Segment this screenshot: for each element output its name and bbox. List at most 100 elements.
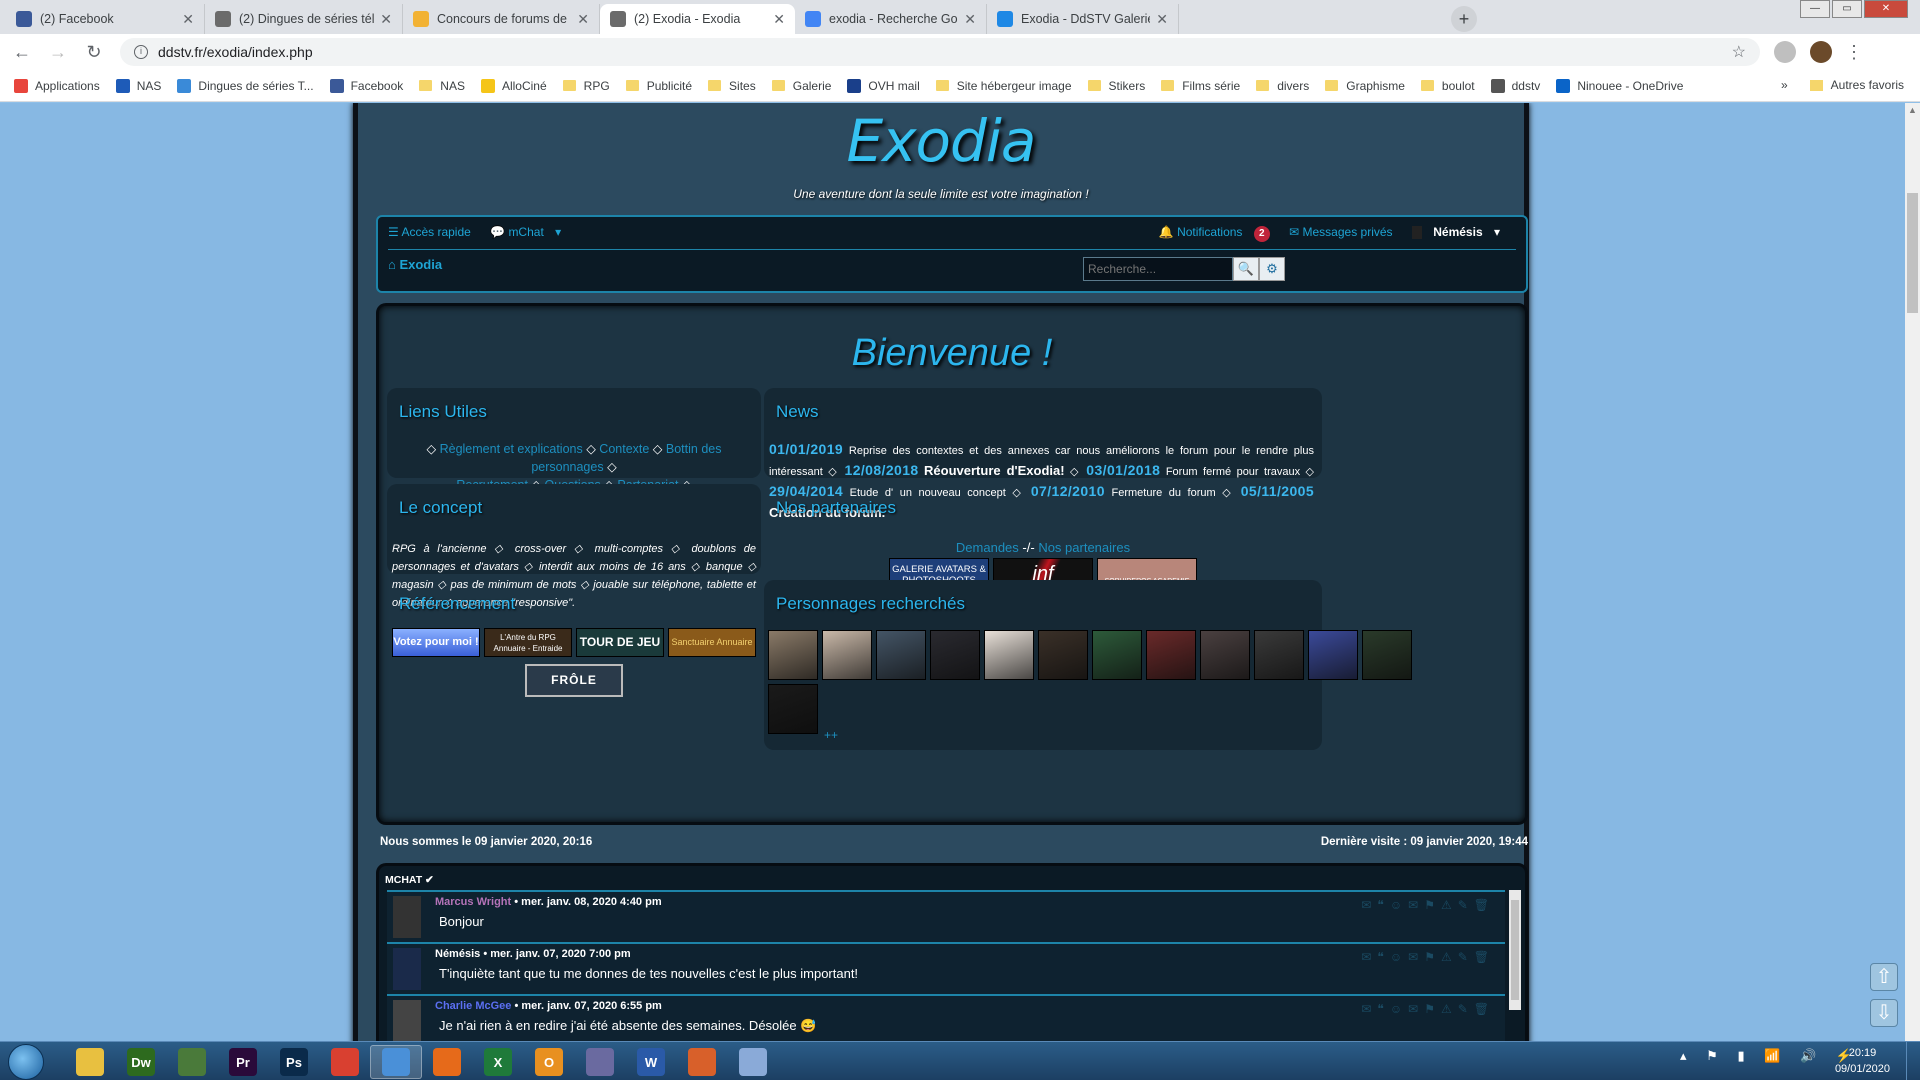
tab-close-icon[interactable]: ✕ bbox=[182, 11, 194, 28]
wanted-avatar[interactable] bbox=[1146, 630, 1196, 680]
bookmarks-overflow-button[interactable]: » bbox=[1781, 78, 1788, 92]
taskbar-app-0[interactable] bbox=[64, 1045, 116, 1079]
link-reglement[interactable]: Règlement et explications bbox=[440, 442, 583, 456]
message-actions[interactable]: ✉❝☺✉⚑⚠✎🗑 bbox=[1361, 1002, 1495, 1016]
bookmark-7[interactable]: Publicité bbox=[625, 79, 692, 93]
bookmark-12[interactable]: Stikers bbox=[1087, 79, 1145, 93]
link-contexte[interactable]: Contexte bbox=[599, 442, 649, 456]
page-scroll-thumb[interactable] bbox=[1907, 193, 1918, 313]
tab-close-icon[interactable]: ✕ bbox=[964, 11, 976, 28]
user-menu[interactable]: Némésis ▾ bbox=[1411, 225, 1508, 240]
wanted-avatar[interactable] bbox=[822, 630, 872, 680]
ref-banner-sanctuaire[interactable]: Sanctuaire Annuaire bbox=[668, 628, 756, 657]
taskbar-app-11[interactable]: W bbox=[625, 1045, 677, 1079]
message-actions[interactable]: ✉❝☺✉⚑⚠✎🗑 bbox=[1361, 898, 1495, 912]
wanted-avatar[interactable] bbox=[1200, 630, 1250, 680]
scroll-up-arrow[interactable]: ▲ bbox=[1905, 105, 1920, 115]
wanted-avatar[interactable] bbox=[1254, 630, 1304, 680]
ref-banner-vote[interactable]: Votez pour moi ! bbox=[392, 628, 480, 657]
taskbar-app-3[interactable]: Pr bbox=[217, 1045, 269, 1079]
bookmark-5[interactable]: AlloCiné bbox=[480, 78, 547, 93]
bookmark-13[interactable]: Films série bbox=[1161, 79, 1240, 93]
bookmark-16[interactable]: boulot bbox=[1420, 79, 1475, 93]
start-button[interactable] bbox=[8, 1044, 44, 1080]
avatar[interactable] bbox=[393, 1000, 421, 1041]
tab-close-icon[interactable]: ✕ bbox=[577, 11, 589, 28]
minimize-button[interactable]: — bbox=[1800, 0, 1830, 18]
menu-icon[interactable]: ⋮ bbox=[1840, 42, 1868, 63]
search-button[interactable]: 🔍 bbox=[1233, 257, 1259, 281]
ref-banner-tour-de-jeu[interactable]: TOUR DE JEU bbox=[576, 628, 664, 657]
breadcrumb[interactable]: ⌂ Exodia bbox=[388, 257, 442, 272]
url-field[interactable]: i ddstv.fr/exodia/index.php ☆ bbox=[120, 38, 1760, 66]
message-actions[interactable]: ✉❝☺✉⚑⚠✎🗑 bbox=[1361, 950, 1495, 964]
tab-0[interactable]: (2) Facebook ✕ bbox=[6, 4, 205, 34]
wanted-avatar[interactable] bbox=[1308, 630, 1358, 680]
bookmark-4[interactable]: NAS bbox=[419, 79, 465, 93]
new-tab-button[interactable]: + bbox=[1451, 6, 1477, 32]
taskbar-app-10[interactable] bbox=[574, 1045, 626, 1079]
message-author[interactable]: Charlie McGee bbox=[435, 1000, 511, 1012]
scroll-bottom-button[interactable]: ⇩ bbox=[1870, 999, 1898, 1027]
taskbar-app-9[interactable]: O bbox=[523, 1045, 575, 1079]
wanted-avatar[interactable] bbox=[1038, 630, 1088, 680]
taskbar-app-8[interactable]: X bbox=[472, 1045, 524, 1079]
partners-list-link[interactable]: Nos partenaires bbox=[1038, 540, 1130, 555]
forward-icon[interactable]: → bbox=[44, 42, 72, 63]
message-author[interactable]: Marcus Wright bbox=[435, 896, 511, 908]
back-icon[interactable]: ← bbox=[8, 42, 36, 63]
bookmark-11[interactable]: Site hébergeur image bbox=[935, 79, 1072, 93]
profile-avatar[interactable] bbox=[1810, 41, 1832, 63]
taskbar-app-6[interactable] bbox=[370, 1045, 422, 1079]
bookmark-3[interactable]: Facebook bbox=[329, 78, 403, 93]
taskbar-app-5[interactable] bbox=[319, 1045, 371, 1079]
bookmark-17[interactable]: ddstv bbox=[1490, 78, 1540, 93]
tab-close-icon[interactable]: ✕ bbox=[380, 11, 392, 28]
notifications-link[interactable]: 🔔 Notifications 2 bbox=[1159, 225, 1278, 242]
site-info-icon[interactable]: i bbox=[134, 45, 148, 59]
maximize-button[interactable]: ▭ bbox=[1832, 0, 1862, 18]
bookmark-0[interactable]: Applications bbox=[14, 78, 100, 93]
tab-5[interactable]: Exodia - DdSTV Galerie ✕ bbox=[987, 4, 1179, 34]
wanted-avatar[interactable] bbox=[768, 684, 818, 734]
tab-2[interactable]: Concours de forums de l'année 2 ✕ bbox=[403, 4, 600, 34]
advanced-search-button[interactable]: ⚙ bbox=[1259, 257, 1285, 281]
taskbar-app-12[interactable] bbox=[676, 1045, 728, 1079]
mchat-scroll-thumb[interactable] bbox=[1511, 900, 1519, 1000]
tab-close-icon[interactable]: ✕ bbox=[773, 11, 785, 28]
bookmark-8[interactable]: Sites bbox=[708, 79, 756, 93]
wanted-avatar[interactable] bbox=[1362, 630, 1412, 680]
tab-close-icon[interactable]: ✕ bbox=[1156, 11, 1168, 28]
mchat-scrollbar[interactable] bbox=[1509, 890, 1521, 1010]
private-messages-link[interactable]: ✉ Messages privés bbox=[1289, 225, 1400, 239]
bookmark-1[interactable]: NAS bbox=[115, 78, 161, 93]
bookmark-6[interactable]: RPG bbox=[562, 79, 610, 93]
tab-1[interactable]: (2) Dingues de séries télé ! - Ding ✕ bbox=[205, 4, 403, 34]
wanted-avatar[interactable] bbox=[930, 630, 980, 680]
wanted-avatar[interactable] bbox=[876, 630, 926, 680]
wanted-avatar[interactable] bbox=[1092, 630, 1142, 680]
page-scrollbar[interactable]: ▲ bbox=[1905, 103, 1920, 1041]
partners-requests-link[interactable]: Demandes bbox=[956, 540, 1019, 555]
forum-logo[interactable]: Exodia bbox=[358, 107, 1524, 175]
wanted-avatar[interactable] bbox=[768, 630, 818, 680]
taskbar-app-7[interactable] bbox=[421, 1045, 473, 1079]
taskbar-app-2[interactable] bbox=[166, 1045, 218, 1079]
taskbar-app-1[interactable]: Dw bbox=[115, 1045, 167, 1079]
avatar[interactable] bbox=[393, 896, 421, 938]
quick-access-menu[interactable]: ☰ Accès rapide bbox=[388, 225, 479, 239]
taskbar-app-4[interactable]: Ps bbox=[268, 1045, 320, 1079]
search-input[interactable] bbox=[1083, 257, 1233, 281]
tab-4[interactable]: exodia - Recherche Google ✕ bbox=[795, 4, 987, 34]
other-bookmarks[interactable]: Autres favoris bbox=[1831, 78, 1904, 92]
message-author[interactable]: Némésis bbox=[435, 948, 480, 960]
bookmark-2[interactable]: Dingues de séries T... bbox=[177, 78, 314, 93]
avatar[interactable] bbox=[393, 948, 421, 990]
scroll-top-button[interactable]: ⇧ bbox=[1870, 963, 1898, 991]
wanted-more-link[interactable]: ++ bbox=[824, 728, 838, 742]
bookmark-15[interactable]: Graphisme bbox=[1325, 79, 1405, 93]
bookmark-14[interactable]: divers bbox=[1256, 79, 1309, 93]
bookmark-9[interactable]: Galerie bbox=[771, 79, 831, 93]
ref-banner-frole[interactable]: FRÔLE bbox=[525, 664, 623, 697]
wanted-avatar[interactable] bbox=[984, 630, 1034, 680]
